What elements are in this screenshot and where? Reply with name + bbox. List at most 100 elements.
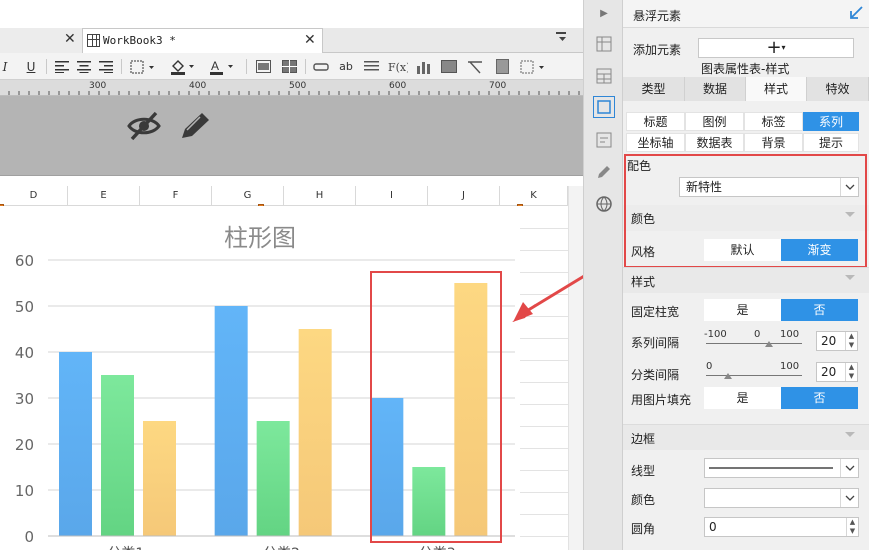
series-gap-slider[interactable]: -100 0 100 [704, 329, 802, 353]
section-style[interactable]: 样式 [623, 267, 869, 293]
toolbar-divider [46, 59, 47, 74]
column-header-cell[interactable]: E [68, 186, 140, 206]
tab-list-dropdown-icon[interactable] [555, 31, 569, 46]
toolbar-divider [121, 59, 122, 74]
italic-button[interactable]: I [0, 58, 10, 75]
link-icon[interactable] [312, 58, 330, 75]
subtab-datasheet[interactable]: 数据表 [685, 133, 744, 152]
column-header-cell[interactable]: F [140, 186, 212, 206]
close-tab-icon[interactable]: ✕ [64, 31, 76, 47]
edit-icon[interactable] [594, 162, 614, 182]
bar[interactable] [143, 421, 176, 536]
align-right-icon[interactable] [98, 58, 114, 75]
subtab-title[interactable]: 标题 [626, 112, 685, 131]
format-toolbar: I U A ab F(x) [0, 53, 583, 80]
spinner-down-icon[interactable]: ▼ [845, 372, 857, 381]
draw-line-icon[interactable] [466, 58, 484, 75]
text-element-button[interactable]: ab [337, 58, 355, 75]
bar[interactable] [101, 375, 134, 536]
chevron-down-icon [840, 459, 858, 477]
border-color-select[interactable] [704, 488, 859, 508]
column-header-cell[interactable]: K [500, 186, 568, 206]
tab-data[interactable]: 数据 [685, 77, 746, 101]
subtab-series[interactable]: 系列 [803, 112, 859, 131]
spinner-up-icon[interactable]: ▲ [845, 363, 857, 372]
category-gap-slider[interactable]: 0 100 [706, 361, 802, 385]
side-icon-bar: ▶ [583, 0, 623, 550]
align-center-icon[interactable] [76, 58, 92, 75]
underline-button[interactable]: U [24, 58, 38, 75]
paragraph-icon[interactable] [362, 58, 380, 75]
line-type-select[interactable] [704, 458, 859, 478]
slide-icon[interactable] [493, 58, 511, 75]
panel-dock-icon[interactable] [849, 6, 863, 23]
hide-eye-icon[interactable] [126, 110, 162, 145]
slider-thumb[interactable] [765, 341, 773, 347]
ruler-label: 600 [389, 81, 407, 91]
formula-icon[interactable]: F(x) [388, 58, 408, 75]
category-gap-input[interactable]: 20 ▲ ▼ [816, 362, 858, 382]
collapse-arrow-icon[interactable]: ▶ [594, 3, 614, 23]
column-header: D E F G H I J K [0, 186, 583, 206]
toolbar-divider [305, 59, 306, 74]
fixed-width-no-button[interactable]: 否 [781, 299, 858, 321]
add-element-button[interactable]: +▾ [698, 38, 854, 58]
spinner-down-icon[interactable]: ▼ [845, 341, 857, 350]
table-attribute-icon[interactable] [594, 66, 614, 86]
slider-scale-label: 100 [780, 361, 800, 372]
column-header-cell[interactable]: I [356, 186, 428, 206]
font-color-icon[interactable]: A [207, 58, 237, 75]
table-icon[interactable] [280, 58, 298, 75]
spinner-down-icon[interactable]: ▼ [846, 527, 858, 536]
image-icon[interactable] [440, 58, 458, 75]
ruler-label: 400 [189, 81, 207, 91]
chart-icon[interactable] [414, 58, 432, 75]
fill-color-icon[interactable] [168, 58, 198, 75]
column-header-cell[interactable]: D [0, 186, 68, 206]
close-tab-icon[interactable]: ✕ [304, 32, 316, 48]
panel-header: 悬浮元素 [623, 0, 869, 28]
globe-icon[interactable] [594, 194, 614, 214]
slider-thumb[interactable] [724, 373, 732, 379]
subtab-background[interactable]: 背景 [744, 133, 803, 152]
tab-previous[interactable]: ✕ [0, 28, 83, 53]
tab-workbook3[interactable]: WorkBook3 * ✕ [83, 28, 323, 53]
tab-style[interactable]: 样式 [746, 77, 807, 101]
panel-title: 悬浮元素 [633, 9, 682, 23]
bar[interactable] [214, 306, 248, 536]
align-left-icon[interactable] [54, 58, 70, 75]
column-header-cell[interactable]: J [428, 186, 500, 206]
cell-attribute-icon[interactable] [594, 34, 614, 54]
subtab-axis[interactable]: 坐标轴 [626, 133, 685, 152]
bar[interactable] [256, 421, 290, 536]
floating-element-icon[interactable] [593, 96, 615, 118]
y-tick-label: 30 [15, 390, 34, 408]
subtab-tooltip[interactable]: 提示 [803, 133, 859, 152]
subtab-label[interactable]: 标签 [744, 112, 803, 131]
bar[interactable] [59, 352, 92, 536]
slider-scale-label: 100 [780, 329, 800, 340]
series-gap-input[interactable]: 20 ▲ ▼ [816, 331, 858, 351]
fixed-width-yes-button[interactable]: 是 [704, 299, 781, 321]
more-insert-icon[interactable] [520, 58, 548, 75]
x-tick-label: 分类2 [263, 546, 300, 550]
image-fill-yes-button[interactable]: 是 [704, 387, 781, 409]
ruler-label: 700 [489, 81, 507, 91]
subtab-legend[interactable]: 图例 [685, 112, 744, 131]
edit-pencil-icon[interactable] [178, 110, 212, 145]
x-tick-label: 分类1 [107, 546, 144, 550]
image-fill-no-button[interactable]: 否 [781, 387, 858, 409]
spinner-up-icon[interactable]: ▲ [846, 518, 858, 527]
tab-type[interactable]: 类型 [623, 77, 685, 101]
merge-cells-icon[interactable] [254, 58, 272, 75]
section-border[interactable]: 边框 [623, 424, 869, 450]
radius-input[interactable]: 0 ▲ ▼ [704, 517, 859, 537]
toolbar-divider [246, 59, 247, 74]
column-header-cell[interactable]: H [284, 186, 356, 206]
spinner-up-icon[interactable]: ▲ [845, 332, 857, 341]
form-icon[interactable] [594, 130, 614, 150]
tab-effect[interactable]: 特效 [807, 77, 869, 101]
column-header-cell[interactable]: G [212, 186, 284, 206]
border-icon[interactable] [128, 58, 158, 75]
bar[interactable] [298, 329, 332, 536]
